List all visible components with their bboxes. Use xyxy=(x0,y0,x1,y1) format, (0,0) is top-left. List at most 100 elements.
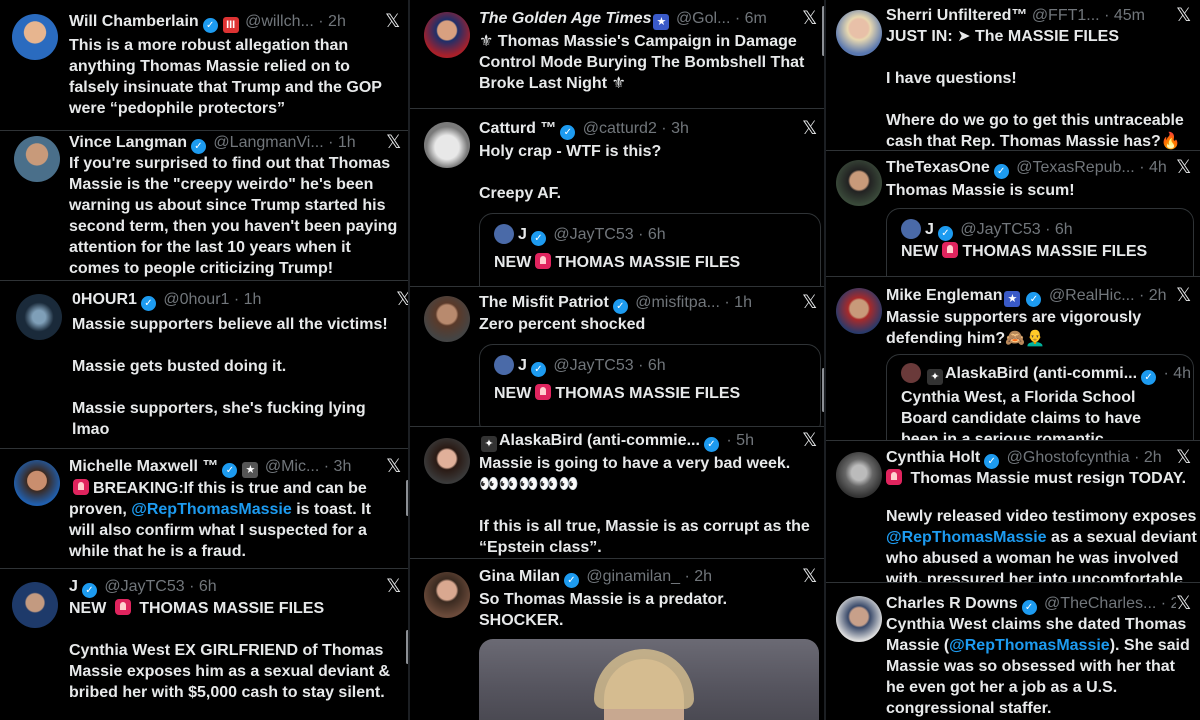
tweet-golden-age-times[interactable]: The Golden Age Times ★ @Gol... · 6m 𝕏 ⚜ T… xyxy=(410,0,824,109)
avatar[interactable] xyxy=(16,294,62,340)
tweet-time[interactable]: · 2h xyxy=(1161,595,1176,612)
author-name[interactable]: J xyxy=(69,578,78,595)
tweet-time[interactable]: · 1h xyxy=(234,291,262,308)
tweet-alaskabird[interactable]: ✦ AlaskaBird (anti-commie... ✓ · 5h 𝕏 Mass… xyxy=(410,428,824,559)
author-name[interactable]: The Golden Age Times xyxy=(479,10,651,27)
avatar[interactable] xyxy=(836,596,882,642)
avatar[interactable] xyxy=(494,355,514,375)
tweet-time[interactable]: · 6h xyxy=(638,357,666,374)
quoted-tweet[interactable]: J ✓ @JayTC53 · 6h NEW THOMAS MASSIE FILES xyxy=(886,208,1194,276)
author-handle[interactable]: @JayTC53 xyxy=(104,578,184,595)
tweet-catturd[interactable]: Catturd ™ ✓ @catturd2 · 3h 𝕏 Holy crap - … xyxy=(410,110,824,287)
author-handle[interactable]: @0hour1 xyxy=(163,291,229,308)
author-name[interactable]: J xyxy=(925,221,934,238)
tweet-will-chamberlain[interactable]: Will Chamberlain ✓ III @willch... · 2h 𝕏 T… xyxy=(0,0,408,131)
x-logo-icon[interactable]: 𝕏 xyxy=(1176,448,1191,468)
tweet-mike-engleman[interactable]: Mike Engleman ★ ✓ @RealHic... · 2h 𝕏 Massi… xyxy=(826,278,1200,441)
x-logo-icon[interactable]: 𝕏 xyxy=(1176,594,1191,614)
avatar[interactable] xyxy=(12,14,58,60)
tweet-time[interactable]: · 2h xyxy=(1134,449,1162,466)
tweet-misfit-patriot[interactable]: The Misfit Patriot ✓ @misfitpa... · 1h 𝕏 … xyxy=(410,288,824,427)
tweet-time[interactable]: · 4h xyxy=(1164,365,1192,382)
tweet-sherri-unfiltered[interactable]: Sherri Unfiltered™ @FFT1... · 45m 𝕏 JUST… xyxy=(826,0,1200,151)
tweet-time[interactable]: · 4h xyxy=(1139,159,1166,176)
tweet-time[interactable]: · 3h xyxy=(661,120,689,137)
author-name[interactable]: J xyxy=(518,357,527,374)
tweet-time[interactable]: · 1h xyxy=(328,134,356,151)
quoted-tweet[interactable]: J ✓ @JayTC53 · 6h NEW THOMAS MASSIE FILES xyxy=(479,213,821,286)
x-logo-icon[interactable]: 𝕏 xyxy=(386,133,401,153)
x-logo-icon[interactable]: 𝕏 xyxy=(1176,158,1191,178)
author-handle[interactable]: @FFT1... xyxy=(1032,7,1100,24)
author-handle[interactable]: @Gol... xyxy=(676,10,730,27)
author-name[interactable]: J xyxy=(518,226,527,243)
x-logo-icon[interactable]: 𝕏 xyxy=(396,290,408,310)
x-logo-icon[interactable]: 𝕏 xyxy=(802,293,817,313)
avatar[interactable] xyxy=(836,160,882,206)
avatar[interactable] xyxy=(424,296,470,342)
avatar[interactable] xyxy=(424,438,470,484)
author-name[interactable]: Cynthia Holt xyxy=(886,449,980,466)
x-logo-icon[interactable]: 𝕏 xyxy=(802,431,817,451)
quoted-tweet[interactable]: ✦ AlaskaBird (anti-commi... ✓ · 4h Cynthia… xyxy=(886,354,1194,440)
x-logo-icon[interactable]: 𝕏 xyxy=(386,457,401,477)
mention-link[interactable]: @RepThomasMassie xyxy=(949,637,1110,654)
avatar[interactable] xyxy=(901,363,921,383)
tweet-time[interactable]: · 2h xyxy=(684,568,712,585)
author-handle[interactable]: @willch... xyxy=(245,13,314,30)
author-handle[interactable]: @JayTC53 xyxy=(553,226,633,243)
x-logo-icon[interactable]: 𝕏 xyxy=(386,577,401,597)
tweet-j-jaytc53[interactable]: J ✓ @JayTC53 · 6h 𝕏 NEW THOMAS MASSIE FIL… xyxy=(0,570,408,720)
author-name[interactable]: Catturd ™ xyxy=(479,120,556,137)
author-name[interactable]: AlaskaBird (anti-commi... xyxy=(945,365,1137,382)
author-handle[interactable]: @ginamilan_ xyxy=(586,568,680,585)
x-logo-icon[interactable]: 𝕏 xyxy=(385,12,400,32)
tweet-time[interactable]: · 6h xyxy=(189,578,217,595)
author-name[interactable]: Gina Milan xyxy=(479,568,560,585)
tweet-time[interactable]: · 2h xyxy=(318,13,346,30)
author-handle[interactable]: @LangmanVi... xyxy=(213,134,323,151)
author-handle[interactable]: @misfitpa... xyxy=(635,294,720,311)
tweet-time[interactable]: · 5h xyxy=(726,432,754,449)
avatar[interactable] xyxy=(14,136,60,182)
tweet-time[interactable]: · 6m xyxy=(735,10,767,27)
author-handle[interactable]: @catturd2 xyxy=(583,120,657,137)
avatar[interactable] xyxy=(424,572,470,618)
x-logo-icon[interactable]: 𝕏 xyxy=(802,567,817,587)
author-handle[interactable]: @JayTC53 xyxy=(553,357,633,374)
avatar[interactable] xyxy=(494,224,514,244)
quoted-tweet[interactable]: J ✓ @JayTC53 · 6h NEW THOMAS MASSIE FILES xyxy=(479,344,821,426)
avatar[interactable] xyxy=(14,460,60,506)
author-name[interactable]: Charles R Downs xyxy=(886,595,1018,612)
x-logo-icon[interactable]: 𝕏 xyxy=(1176,286,1191,306)
author-handle[interactable]: @Mic... xyxy=(265,458,319,475)
avatar[interactable] xyxy=(424,122,470,168)
mention-link[interactable]: @RepThomasMassie xyxy=(886,529,1047,546)
author-name[interactable]: Mike Engleman xyxy=(886,287,1002,304)
author-name[interactable]: Sherri Unfiltered™ xyxy=(886,7,1027,24)
author-name[interactable]: AlaskaBird (anti-commie... xyxy=(499,432,700,449)
avatar[interactable] xyxy=(836,452,882,498)
avatar[interactable] xyxy=(12,582,58,628)
author-handle[interactable]: @Ghostofcynthia xyxy=(1007,449,1130,466)
tweet-vince-langman[interactable]: Vince Langman ✓ @LangmanVi... · 1h 𝕏 If y… xyxy=(0,130,408,281)
tweet-time[interactable]: · 45m xyxy=(1104,7,1145,24)
x-logo-icon[interactable]: 𝕏 xyxy=(1176,6,1191,26)
author-name[interactable]: Vince Langman xyxy=(69,134,187,151)
video-thumbnail[interactable] xyxy=(479,639,819,720)
author-name[interactable]: 0HOUR1 xyxy=(72,291,137,308)
tweet-gina-milan[interactable]: Gina Milan ✓ @ginamilan_ · 2h 𝕏 So Thomas… xyxy=(410,560,824,720)
author-name[interactable]: The Misfit Patriot xyxy=(479,294,609,311)
mention-link[interactable]: @RepThomasMassie xyxy=(131,501,292,518)
author-name[interactable]: TheTexasOne xyxy=(886,159,990,176)
avatar[interactable] xyxy=(836,10,882,56)
author-name[interactable]: Will Chamberlain xyxy=(69,13,199,30)
tweet-time[interactable]: · 6h xyxy=(638,226,666,243)
avatar[interactable] xyxy=(424,12,470,58)
author-handle[interactable]: @RealHic... xyxy=(1049,287,1135,304)
tweet-thetexasone[interactable]: TheTexasOne ✓ @TexasRepub... · 4h 𝕏 Thoma… xyxy=(826,152,1200,277)
x-logo-icon[interactable]: 𝕏 xyxy=(802,9,817,29)
tweet-charles-r-downs[interactable]: Charles R Downs✓ @TheCharles... · 2h 𝕏 C… xyxy=(826,584,1200,720)
tweet-time[interactable]: · 1h xyxy=(724,294,752,311)
author-handle[interactable]: @TexasRepub... xyxy=(1016,159,1135,176)
